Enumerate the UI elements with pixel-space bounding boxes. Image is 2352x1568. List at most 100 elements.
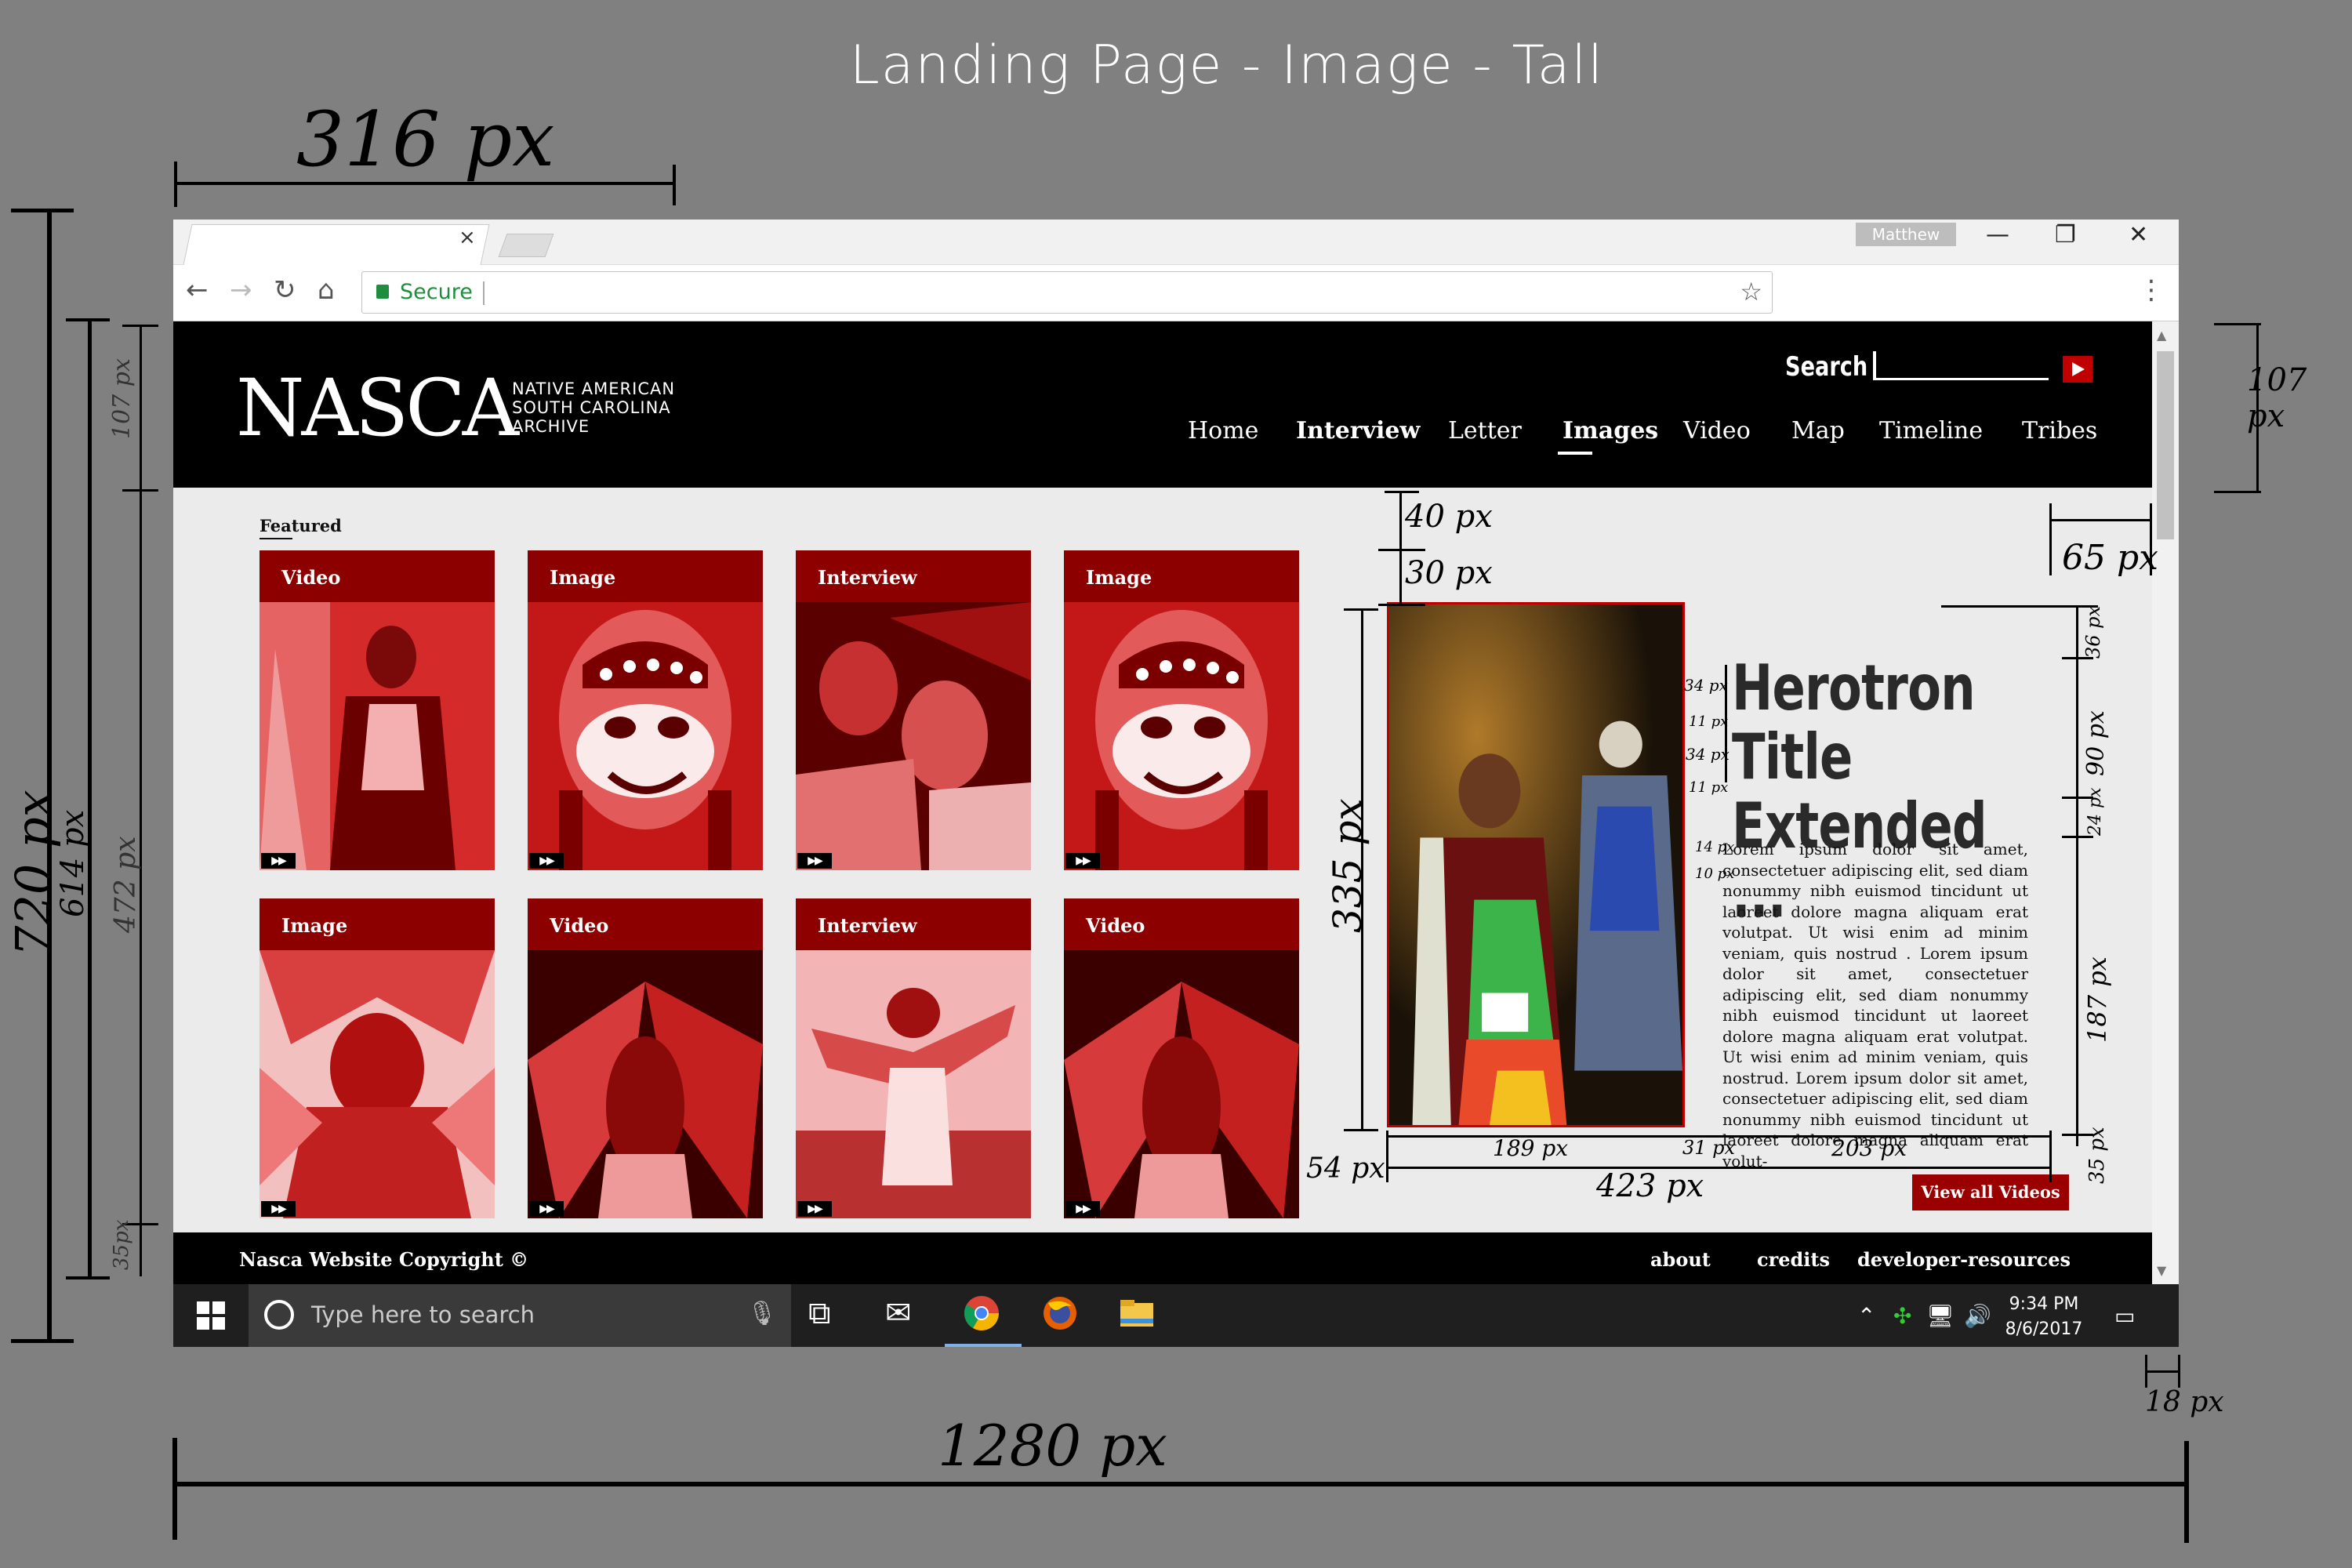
page-title: Landing Page - Image - Tall bbox=[849, 34, 1605, 96]
windows-start-icon[interactable] bbox=[197, 1301, 225, 1330]
firefox-icon[interactable] bbox=[1042, 1295, 1078, 1339]
nav-letter[interactable]: Letter bbox=[1448, 417, 1522, 445]
website-viewport: NASCA NATIVE AMERICAN SOUTH CAROLINA ARC… bbox=[173, 321, 2152, 1347]
card-image bbox=[1064, 950, 1299, 1218]
dropbox-icon[interactable]: ✣ bbox=[1893, 1303, 1911, 1329]
tab-strip: × Matthew — ❐ ✕ bbox=[173, 220, 2179, 265]
featured-card[interactable]: Interview ▶▶ bbox=[796, 550, 1031, 870]
annotation-720: 720 px bbox=[5, 789, 62, 956]
annotation-11b: 11 px bbox=[1689, 779, 1729, 796]
site-logo[interactable]: NASCA bbox=[236, 362, 519, 454]
microphone-icon[interactable]: 🎙 bbox=[747, 1300, 777, 1327]
nav-interview[interactable]: Interview bbox=[1296, 417, 1420, 445]
logo-subtitle: NATIVE AMERICAN SOUTH CAROLINA ARCHIVE bbox=[512, 379, 675, 436]
task-view-icon[interactable]: ⧉ bbox=[808, 1295, 831, 1331]
nav-video[interactable]: Video bbox=[1683, 417, 1751, 445]
file-explorer-icon[interactable] bbox=[1119, 1295, 1155, 1339]
taskbar-clock[interactable]: 9:34 PM 8/6/2017 bbox=[2005, 1292, 2083, 1342]
footer-link-developer-resources[interactable]: developer-resources bbox=[1857, 1248, 2071, 1271]
bookmark-star-icon[interactable]: ☆ bbox=[1740, 277, 1762, 307]
annotation-tick bbox=[2214, 323, 2261, 325]
browser-tab[interactable] bbox=[183, 224, 490, 265]
annotation-316: 316 px bbox=[296, 96, 555, 183]
taskbar-search-box[interactable]: Type here to search 🎙 bbox=[249, 1284, 791, 1347]
nav-timeline[interactable]: Timeline bbox=[1879, 417, 1983, 445]
card-image bbox=[260, 950, 495, 1218]
featured-card[interactable]: Image ▶▶ bbox=[1064, 550, 1299, 870]
search-submit-button[interactable] bbox=[2063, 356, 2092, 383]
browser-menu-icon[interactable]: ⋮ bbox=[2138, 274, 2165, 306]
featured-card[interactable]: Image ▶▶ bbox=[528, 550, 763, 870]
annotation-36: 36 px bbox=[2082, 605, 2104, 659]
address-bar[interactable]: Secure ☆ bbox=[361, 271, 1773, 314]
mail-icon[interactable]: ✉ bbox=[885, 1295, 912, 1331]
chrome-logo bbox=[964, 1296, 999, 1330]
featured-card[interactable]: Interview ▶▶ bbox=[796, 898, 1031, 1218]
action-center-icon[interactable]: ▭ bbox=[2114, 1303, 2135, 1329]
maximize-button[interactable]: ❐ bbox=[2055, 221, 2076, 249]
video-badge-icon: ▶▶ bbox=[1065, 1201, 1100, 1217]
nav-map[interactable]: Map bbox=[1791, 417, 1845, 445]
nav-tribes[interactable]: Tribes bbox=[2022, 417, 2097, 445]
search-cursor bbox=[1873, 351, 1876, 378]
annotation-tick bbox=[1378, 549, 1425, 551]
card-image bbox=[1064, 602, 1299, 870]
annotation-tick bbox=[172, 1438, 177, 1540]
logo-subtitle-line: ARCHIVE bbox=[512, 417, 590, 436]
scroll-down-icon[interactable]: ▼ bbox=[2157, 1263, 2166, 1278]
nav-images[interactable]: Images bbox=[1563, 417, 1658, 445]
forward-icon[interactable]: → bbox=[230, 274, 252, 306]
footer-link-about[interactable]: about bbox=[1650, 1248, 1711, 1271]
annotation-line bbox=[2076, 605, 2078, 1146]
featured-card[interactable]: Video ▶▶ bbox=[1064, 898, 1299, 1218]
hero-image[interactable] bbox=[1387, 602, 1685, 1127]
annotation-14: 14 px bbox=[1695, 839, 1735, 855]
annotation-1280: 1280 px bbox=[938, 1413, 1167, 1479]
view-all-videos-button[interactable]: View all Videos bbox=[1912, 1174, 2069, 1210]
logo-subtitle-line: SOUTH CAROLINA bbox=[512, 398, 671, 417]
home-icon[interactable]: ⌂ bbox=[318, 274, 335, 306]
scroll-thumb[interactable] bbox=[2157, 351, 2174, 539]
annotation-line-1280 bbox=[174, 1482, 2187, 1486]
card-category: Interview bbox=[796, 550, 1031, 602]
footer-link-credits[interactable]: credits bbox=[1757, 1248, 1830, 1271]
annotation-line-614 bbox=[88, 320, 92, 1278]
annotation-54: 54 px bbox=[1306, 1152, 1385, 1185]
featured-card[interactable]: Image ▶▶ bbox=[260, 898, 495, 1218]
back-icon[interactable]: ← bbox=[186, 274, 209, 306]
annotation-30: 30 px bbox=[1405, 555, 1493, 591]
profile-chip[interactable]: Matthew bbox=[1856, 223, 1956, 246]
nav-home[interactable]: Home bbox=[1188, 417, 1258, 445]
network-icon[interactable]: 🖥 bbox=[1926, 1303, 1955, 1329]
annotation-line bbox=[1399, 491, 1402, 605]
card-image bbox=[260, 602, 495, 870]
annotation-line bbox=[2049, 519, 2151, 521]
footer-copyright: Nasca Website Copyright © bbox=[239, 1248, 529, 1271]
featured-card[interactable]: Video ▶▶ bbox=[528, 898, 763, 1218]
annotation-tick bbox=[2214, 491, 2261, 493]
close-window-button[interactable]: ✕ bbox=[2129, 221, 2148, 249]
clock-date: 8/6/2017 bbox=[2005, 1319, 2083, 1339]
annotation-tick bbox=[1378, 604, 1425, 606]
tab-close-icon[interactable]: × bbox=[459, 226, 476, 249]
reload-icon[interactable]: ↻ bbox=[274, 274, 296, 306]
folder-logo bbox=[1120, 1300, 1153, 1327]
site-header: NASCA NATIVE AMERICAN SOUTH CAROLINA ARC… bbox=[173, 321, 2152, 488]
annotation-tick bbox=[1385, 491, 1419, 493]
nav-active-indicator bbox=[1558, 452, 1592, 455]
page-scrollbar[interactable]: ▲ ▼ bbox=[2152, 321, 2179, 1284]
tray-chevron-icon[interactable]: ⌃ bbox=[1857, 1303, 1875, 1329]
scroll-up-icon[interactable]: ▲ bbox=[2157, 328, 2166, 343]
annotation-tick bbox=[2184, 1441, 2189, 1543]
chrome-icon[interactable] bbox=[964, 1295, 1000, 1339]
annotation-10: 10 px bbox=[1695, 866, 1735, 882]
search-input[interactable] bbox=[1873, 378, 2049, 380]
featured-card[interactable]: Video ▶▶ bbox=[260, 550, 495, 870]
annotation-90: 90 px bbox=[2082, 710, 2110, 776]
card-category: Video bbox=[260, 550, 495, 602]
new-tab-button[interactable] bbox=[498, 234, 554, 257]
minimize-button[interactable]: — bbox=[1986, 221, 2009, 249]
volume-icon[interactable]: 🔊 bbox=[1964, 1303, 1991, 1329]
secure-label: Secure bbox=[400, 280, 473, 304]
annotation-35-right: 35 px bbox=[2085, 1127, 2109, 1184]
